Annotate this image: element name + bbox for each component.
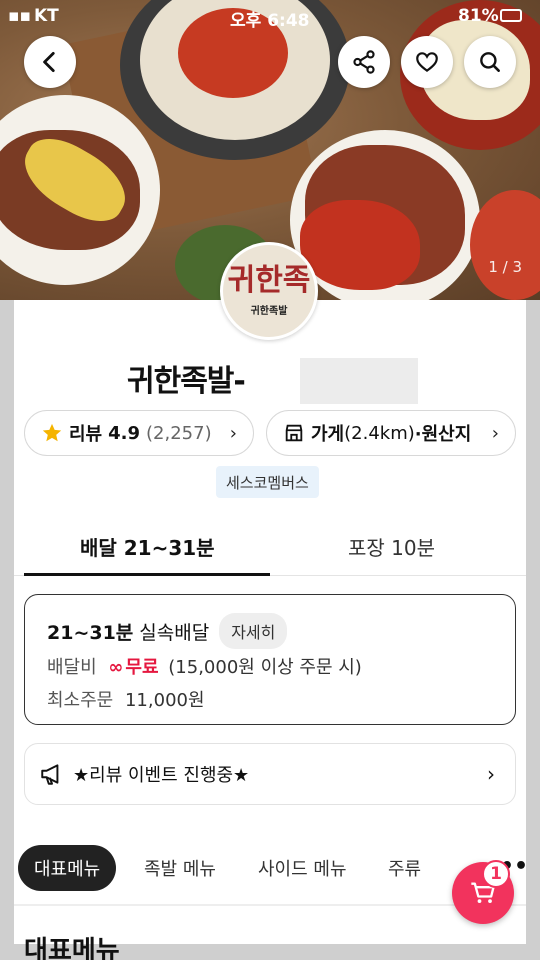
redacted-block: [300, 358, 418, 404]
status-bar: ▪▪ KT 오후 6:48 81%: [0, 0, 540, 32]
megaphone-icon: [41, 764, 59, 785]
fee-note: (15,000원 이상 주문 시): [168, 657, 362, 678]
review-count: (2,257): [146, 422, 212, 444]
review-pill[interactable]: 리뷰 4.9 (2,257) ›: [24, 410, 254, 456]
menu-tab-jokbal[interactable]: 족발 메뉴: [128, 845, 232, 891]
review-score: 4.9: [108, 422, 141, 444]
store-title: 귀한족발-: [127, 364, 246, 399]
logo-mark: 귀한족: [227, 262, 311, 298]
review-label: 리뷰: [69, 424, 103, 445]
tab-pickup[interactable]: 포장 10분: [348, 532, 435, 561]
order-type-tabs: 배달 21~31분 포장 10분: [14, 520, 526, 576]
back-icon: [43, 51, 55, 73]
search-button[interactable]: [464, 36, 516, 88]
menu-tab-featured[interactable]: 대표메뉴: [18, 845, 117, 891]
section-title: 대표메뉴: [24, 936, 120, 960]
divider: [14, 904, 526, 906]
chevron-right-icon: ›: [229, 422, 237, 444]
store-logo: 귀한족 귀한족발: [220, 242, 318, 340]
menu-tab-side[interactable]: 사이드 메뉴: [242, 845, 363, 891]
cart-count-badge: 1: [482, 860, 510, 888]
fee-value: 무료: [125, 657, 159, 678]
infinity-icon: ∞: [108, 657, 124, 678]
tab-delivery[interactable]: 배달 21~31분: [80, 532, 215, 561]
kimchi-side: [470, 190, 540, 300]
spicy-jokbal: [300, 200, 420, 290]
delivery-info-card: 21~31분 실속배달 자세히 배달비 ∞ 무료 (15,000원 이상 주문 시…: [24, 594, 516, 725]
heart-icon: [416, 52, 438, 72]
event-banner[interactable]: ★리뷰 이벤트 진행중★ ›: [24, 743, 516, 805]
store-label: 가게: [311, 424, 345, 445]
battery-percent: 81%: [458, 6, 499, 26]
event-text: ★리뷰 이벤트 진행중★: [73, 765, 250, 786]
membership-badge: 세스코멤버스: [216, 466, 319, 498]
image-pager: 1 / 3: [488, 258, 522, 276]
delivery-time: 21~31분: [47, 621, 134, 644]
star-icon: [42, 423, 62, 442]
signal-icon: ▪▪: [8, 6, 32, 26]
delivery-fee-row: 배달비 ∞ 무료 (15,000원 이상 주문 시): [47, 653, 362, 679]
delivery-time-row: 21~31분 실속배달 자세히: [47, 613, 288, 649]
logo-name: 귀한족발: [250, 305, 288, 317]
active-tab-indicator: [24, 573, 270, 576]
menu-category-tabs: 대표메뉴 족발 메뉴 사이드 메뉴 주류: [14, 840, 526, 900]
min-order-value: 11,000원: [124, 690, 205, 711]
chevron-right-icon: ›: [487, 762, 495, 786]
store-distance: (2.4km): [344, 422, 415, 444]
store-icon: [285, 424, 303, 442]
favorite-button[interactable]: [401, 36, 453, 88]
share-icon: [353, 50, 375, 74]
min-order-row: 최소주문 11,000원: [47, 686, 205, 712]
detail-button[interactable]: 자세히: [219, 613, 288, 649]
battery-icon: [500, 9, 522, 22]
store-info-pill[interactable]: 가게 (2.4km) ·원산지 ›: [266, 410, 516, 456]
back-button[interactable]: [24, 36, 76, 88]
chevron-right-icon: ›: [491, 422, 499, 444]
backdrop-left: [0, 300, 14, 960]
menu-tab-drinks[interactable]: 주류: [372, 845, 437, 891]
min-order-label: 최소주문: [47, 690, 114, 711]
fee-label: 배달비: [47, 657, 97, 678]
carrier-label: KT: [34, 6, 59, 26]
share-button[interactable]: [338, 36, 390, 88]
origin-label: ·원산지: [414, 424, 472, 445]
clock: 오후 6:48: [230, 11, 310, 31]
search-icon: [480, 52, 500, 72]
delivery-type: 실속배달: [139, 621, 210, 644]
